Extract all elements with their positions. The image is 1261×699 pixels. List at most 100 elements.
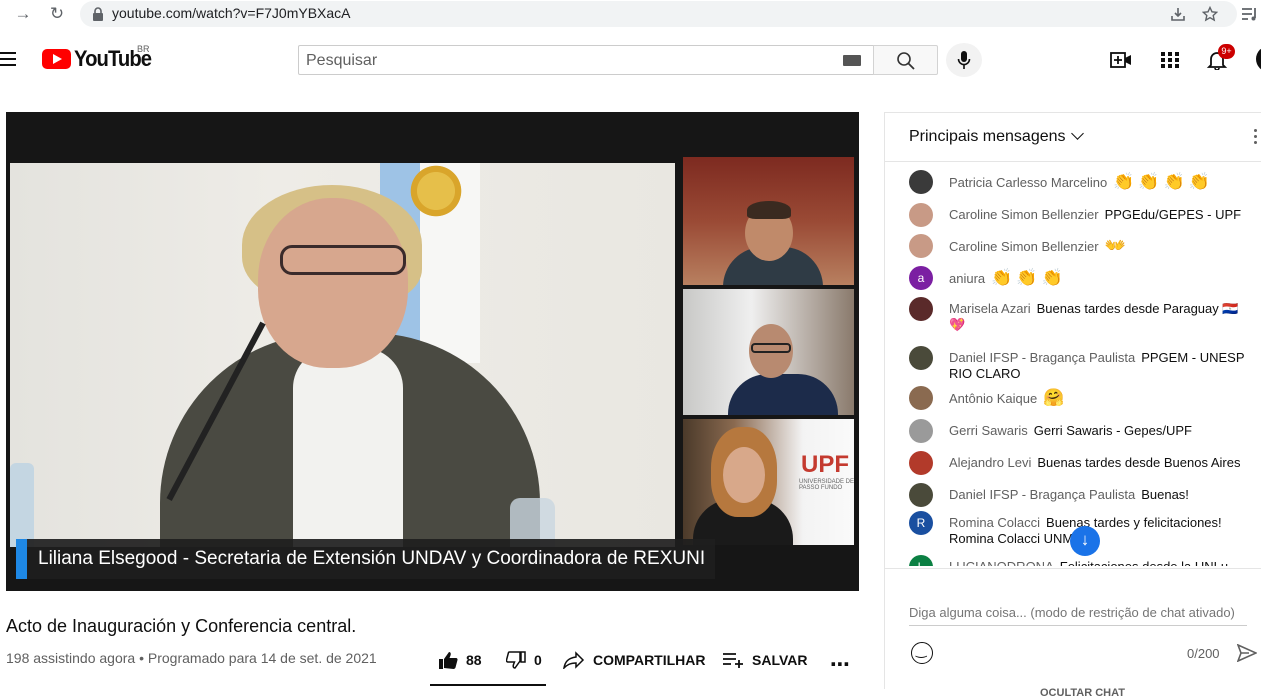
chat-message-body: Caroline Simon Bellenzier 👐 [949,236,1245,255]
keyboard-icon[interactable] [843,55,861,66]
chat-header: Principais mensagens [885,113,1261,162]
chat-message-body: Patricia Carlesso Marcelino 👏👏👏👏 [949,173,1245,191]
search-placeholder: Pesquisar [306,52,378,69]
caption-text: Liliana Elsegood - Secretaria de Extensi… [38,548,706,569]
dislike-count: 0 [534,652,542,668]
playlist-add-icon [723,653,743,668]
forward-icon[interactable]: → [12,3,34,25]
avatar[interactable] [909,419,933,443]
search-button[interactable] [873,45,938,75]
chat-author[interactable]: Alejandro Levi [949,455,1031,470]
chat-message-body: Gerri Sawaris Gerri Sawaris - Gepes/UPF [949,423,1245,439]
speaker-face [258,198,408,368]
menu-icon[interactable] [0,52,16,66]
chat-text: 🤗 [1043,388,1069,407]
create-video-icon[interactable] [1110,50,1132,70]
install-icon[interactable] [1170,6,1186,22]
chevron-down-icon[interactable] [1071,127,1084,140]
star-icon[interactable] [1202,6,1218,22]
chat-author[interactable]: Patricia Carlesso Marcelino [949,175,1107,190]
chat-message-body: LUCIANODRONA Felicitaciones desde la UNLu [949,559,1245,566]
avatar[interactable]: R [909,511,933,535]
chat-text: 👐 [1104,236,1130,255]
chat-message-body: aniura 👏👏👏 [949,269,1245,287]
live-chat: Principais mensagens Patricia Carlesso M… [884,112,1261,699]
like-count: 88 [466,652,482,668]
scroll-down-button[interactable]: ↓ [1070,526,1100,556]
chat-message-list[interactable]: Patricia Carlesso Marcelino 👏👏👏👏 Caroline … [885,163,1261,566]
more-vert-icon[interactable] [1254,129,1258,147]
chat-message-input[interactable] [909,605,1247,626]
speaker-glasses [280,245,406,275]
participant-tile-2 [683,289,854,415]
chat-author[interactable]: aniura [949,271,985,286]
water-bottle [10,463,34,547]
chat-text: Felicitaciones desde la UNLu [1060,559,1228,566]
like-button[interactable]: 88 [438,649,482,671]
more-actions-button[interactable]: ⋯ [830,652,851,677]
youtube-header: YouTube BR Pesquisar 9+ [0,28,1261,90]
search-icon [897,52,915,70]
video-player[interactable]: UPF UNIVERSIDADE DE PASSO FUNDO Liliana … [6,112,859,591]
chat-text: PPGEdu/GEPES - UPF [1104,207,1242,222]
save-label: SALVAR [752,652,808,668]
avatar[interactable] [909,386,933,410]
chat-message-body: Marisela Azari Buenas tardes desde Paragu… [949,301,1245,333]
voice-search-button[interactable] [946,43,982,77]
chat-author[interactable]: Romina Colacci [949,515,1040,530]
avatar[interactable]: a [909,266,933,290]
participant-tile-1 [683,157,854,285]
avatar[interactable] [1256,46,1261,72]
emoji-icon[interactable] [911,642,933,664]
avatar[interactable] [909,483,933,507]
share-button[interactable]: COMPARTILHAR [563,649,706,671]
url-text[interactable]: youtube.com/watch?v=F7J0mYBXacA [112,5,351,21]
flag-sun [405,163,467,219]
search-input[interactable]: Pesquisar [298,45,874,75]
avatar[interactable] [909,451,933,475]
share-icon [563,651,585,669]
video-title: Acto de Inauguración y Conferencia centr… [6,616,357,636]
chat-filter-dropdown[interactable]: Principais mensagens [909,128,1066,146]
chat-author[interactable]: Antônio Kaique [949,391,1037,406]
chat-author[interactable]: Caroline Simon Bellenzier [949,239,1099,254]
chat-text: Buenas! [1141,487,1189,502]
chat-author[interactable]: Marisela Azari [949,301,1031,316]
address-bar[interactable]: youtube.com/watch?v=F7J0mYBXacA [80,1,1237,27]
avatar[interactable] [909,297,933,321]
chat-message-body: Daniel IFSP - Bragança Paulista Buenas! [949,487,1245,503]
like-ratio-bar [430,684,546,686]
chat-author[interactable]: LUCIANODRONA [949,559,1054,566]
avatar[interactable] [909,170,933,194]
dislike-button[interactable]: 0 [506,649,542,671]
save-button[interactable]: SALVAR [722,649,807,671]
chat-author[interactable]: Caroline Simon Bellenzier [949,207,1099,222]
chat-text: Gerri Sawaris - Gepes/UPF [1033,423,1192,438]
region-code: BR [137,44,150,54]
reload-icon[interactable]: ↻ [46,3,68,25]
speaker-shirt [293,348,403,547]
avatar[interactable] [909,346,933,370]
avatar[interactable] [909,203,933,227]
browser-toolbar: → ↻ youtube.com/watch?v=F7J0mYBXacA [0,0,1261,28]
chat-text: Buenas tardes desde Buenos Aires [1037,455,1241,470]
participant-tile-3: UPF UNIVERSIDADE DE PASSO FUNDO [683,419,854,545]
youtube-play-icon [42,49,71,69]
upf-logo-subtext: UNIVERSIDADE DE PASSO FUNDO [799,479,854,491]
main-speaker-feed [10,163,675,547]
lock-icon [93,7,103,21]
chat-message-body: Daniel IFSP - Bragança Paulista PPGEM - U… [949,350,1245,382]
reading-list-icon[interactable] [1241,6,1259,22]
chat-author[interactable]: Daniel IFSP - Bragança Paulista [949,487,1135,502]
apps-icon[interactable] [1159,50,1181,70]
chat-author[interactable]: Daniel IFSP - Bragança Paulista [949,350,1135,365]
avatar[interactable] [909,234,933,258]
send-icon[interactable] [1237,644,1257,662]
notification-badge: 9+ [1218,44,1235,59]
caption-accent-bar [16,539,27,579]
chat-author[interactable]: Gerri Sawaris [949,423,1028,438]
avatar[interactable]: L [909,555,933,566]
mic-icon [957,51,971,69]
char-counter: 0/200 [1187,646,1220,661]
chat-input-area: 0/200 OCULTAR CHAT [885,568,1261,699]
